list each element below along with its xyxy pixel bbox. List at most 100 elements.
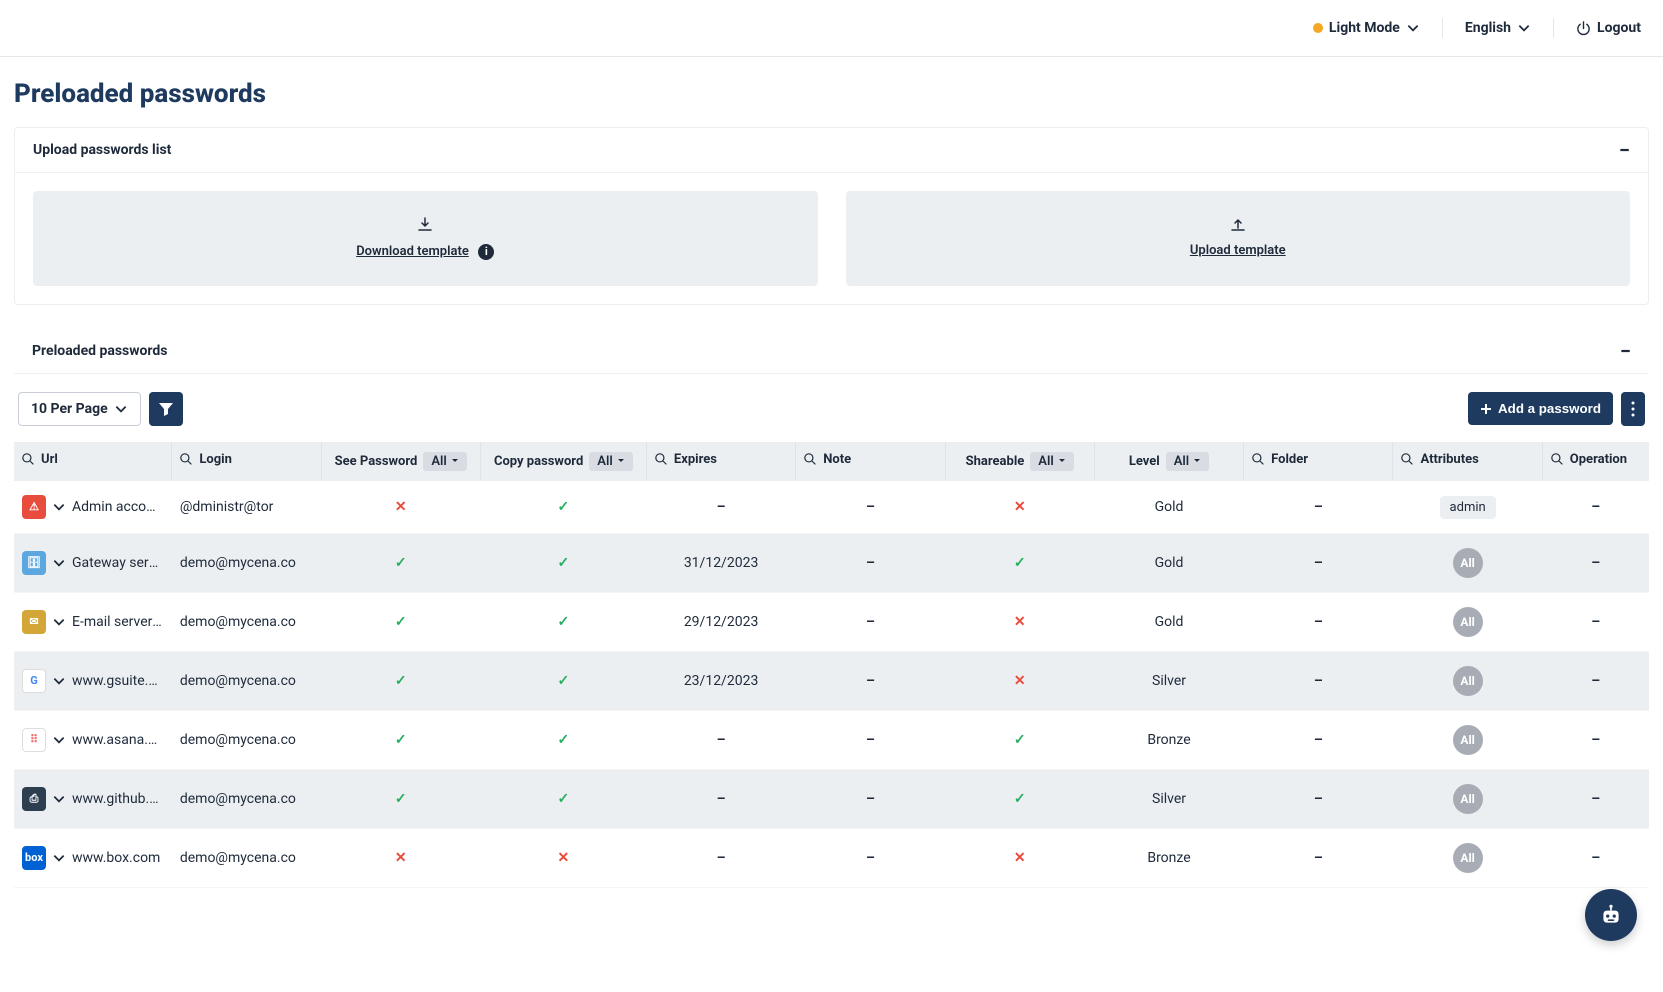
page-content: Preloaded passwords Upload passwords lis… [0, 57, 1663, 992]
list-panel: Preloaded passwords − 10 Per Page Add a … [14, 329, 1649, 888]
chevron-down-icon[interactable] [52, 733, 66, 747]
table-row[interactable]: 🗄 Gateway server demo@mycena.co ✓ ✓ 31/1… [14, 533, 1649, 592]
light-mode-toggle[interactable]: Light Mode [1313, 20, 1420, 36]
table-row[interactable]: G www.gsuite.goo demo@mycena.co ✓ ✓ 23/1… [14, 651, 1649, 710]
language-selector[interactable]: English [1465, 20, 1531, 36]
chevron-down-icon[interactable] [52, 674, 66, 688]
url-text: www.gsuite.goo [72, 673, 162, 689]
upload-panel-title: Upload passwords list [33, 142, 171, 158]
chevron-down-icon[interactable] [52, 851, 66, 865]
add-password-button[interactable]: Add a password [1468, 392, 1613, 425]
url-text: Gateway server [72, 555, 162, 571]
upload-template-link[interactable]: Upload template [1190, 243, 1286, 258]
expires-cell: – [646, 710, 795, 769]
search-icon [1252, 453, 1265, 466]
copy-cell: ✓ [480, 710, 646, 769]
search-icon [804, 453, 817, 466]
filter-all[interactable]: All [423, 452, 466, 471]
th-folder[interactable]: Folder [1244, 442, 1393, 481]
th-copy-password[interactable]: Copy passwordAll [480, 442, 646, 481]
shareable-cell: ✕ [945, 592, 1094, 651]
service-icon: G [22, 669, 46, 693]
more-menu-button[interactable] [1621, 392, 1645, 426]
level-cell: Silver [1094, 651, 1243, 710]
upload-icon [1230, 217, 1246, 233]
level-cell: Gold [1094, 481, 1243, 534]
th-url[interactable]: Url [14, 442, 172, 481]
note-cell: – [796, 651, 945, 710]
upload-panel: Upload passwords list − Download templat… [14, 127, 1649, 305]
url-cell: ⎙ www.github.cor [22, 787, 162, 811]
info-icon[interactable]: i [478, 244, 494, 260]
th-expires[interactable]: Expires [646, 442, 795, 481]
th-see-password[interactable]: See PasswordAll [321, 442, 480, 481]
per-page-selector[interactable]: 10 Per Page [18, 392, 141, 426]
see-cell: ✓ [321, 769, 480, 828]
caret-down-icon [451, 457, 459, 465]
copy-cell: ✓ [480, 592, 646, 651]
operation-cell: – [1542, 710, 1649, 769]
th-shareable[interactable]: ShareableAll [945, 442, 1094, 481]
operation-cell: – [1542, 533, 1649, 592]
level-cell: Gold [1094, 592, 1243, 651]
url-text: www.github.cor [72, 791, 162, 807]
th-operation[interactable]: Operation [1542, 442, 1649, 481]
search-icon [1551, 453, 1564, 466]
shareable-cell: ✕ [945, 828, 1094, 887]
login-cell: demo@mycena.co [172, 651, 321, 710]
service-icon: ✉ [22, 610, 46, 634]
table-row[interactable]: box www.box.com demo@mycena.co ✕ ✕ – – ✕… [14, 828, 1649, 887]
download-template-link[interactable]: Download template [356, 244, 469, 259]
attributes-cell: All [1393, 769, 1542, 828]
th-note[interactable]: Note [796, 442, 945, 481]
chevron-down-icon[interactable] [52, 615, 66, 629]
folder-cell: – [1244, 769, 1393, 828]
table-row[interactable]: ✉ E-mail server pa demo@mycena.co ✓ ✓ 29… [14, 592, 1649, 651]
copy-cell: ✓ [480, 533, 646, 592]
th-level[interactable]: LevelAll [1094, 442, 1243, 481]
expires-cell: – [646, 481, 795, 534]
collapse-icon[interactable]: − [1620, 345, 1631, 357]
chevron-down-icon[interactable] [52, 500, 66, 514]
url-text: E-mail server pa [72, 614, 162, 630]
divider [1553, 18, 1554, 38]
list-panel-header: Preloaded passwords − [14, 329, 1649, 374]
power-icon [1576, 21, 1591, 36]
divider [1442, 18, 1443, 38]
login-cell: demo@mycena.co [172, 828, 321, 887]
chat-bot-button[interactable] [1585, 889, 1637, 941]
chevron-down-icon [1406, 21, 1420, 35]
url-cell: box www.box.com [22, 846, 162, 870]
url-text: www.box.com [72, 850, 160, 866]
topbar: Light Mode English Logout [0, 0, 1663, 57]
per-page-label: 10 Per Page [31, 401, 108, 417]
chevron-down-icon [1517, 21, 1531, 35]
table-row[interactable]: ⎙ www.github.cor demo@mycena.co ✓ ✓ – – … [14, 769, 1649, 828]
login-cell: @dministr@tor [172, 481, 321, 534]
table-row[interactable]: ⠿ www.asana.com demo@mycena.co ✓ ✓ – – ✓… [14, 710, 1649, 769]
th-attributes[interactable]: Attributes [1393, 442, 1542, 481]
expires-cell: – [646, 828, 795, 887]
filter-all[interactable]: All [1030, 452, 1073, 471]
login-cell: demo@mycena.co [172, 592, 321, 651]
table-row[interactable]: ⚠ Admin account. @dministr@tor ✕ ✓ – – ✕… [14, 481, 1649, 534]
plus-icon [1480, 403, 1492, 415]
collapse-icon[interactable]: − [1619, 144, 1630, 156]
filter-all[interactable]: All [1166, 452, 1209, 471]
shareable-cell: ✓ [945, 769, 1094, 828]
see-cell: ✓ [321, 592, 480, 651]
folder-cell: – [1244, 828, 1393, 887]
filter-all[interactable]: All [589, 452, 632, 471]
operation-cell: – [1542, 592, 1649, 651]
download-icon [417, 217, 433, 233]
service-icon: box [22, 846, 46, 870]
shareable-cell: ✓ [945, 710, 1094, 769]
filter-button[interactable] [149, 392, 183, 426]
note-cell: – [796, 769, 945, 828]
th-login[interactable]: Login [172, 442, 321, 481]
logout-button[interactable]: Logout [1576, 20, 1641, 36]
url-cell: 🗄 Gateway server [22, 551, 162, 575]
chevron-down-icon[interactable] [52, 556, 66, 570]
folder-cell: – [1244, 481, 1393, 534]
chevron-down-icon[interactable] [52, 792, 66, 806]
